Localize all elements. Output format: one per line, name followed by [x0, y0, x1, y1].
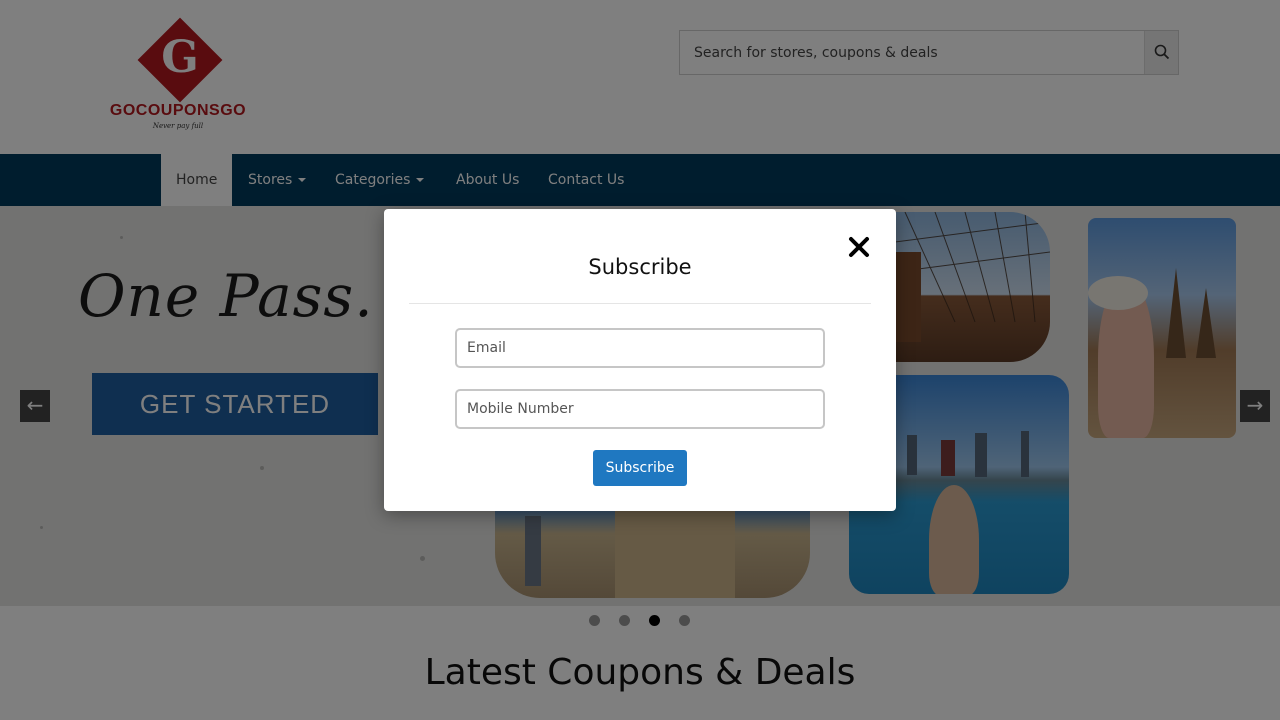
mobile-number-field[interactable] [455, 389, 825, 429]
subscribe-modal: Subscribe Subscribe [384, 209, 896, 511]
email-field[interactable] [455, 328, 825, 368]
modal-divider [409, 303, 871, 304]
subscribe-button[interactable]: Subscribe [593, 450, 687, 486]
modal-title: Subscribe [588, 255, 692, 279]
